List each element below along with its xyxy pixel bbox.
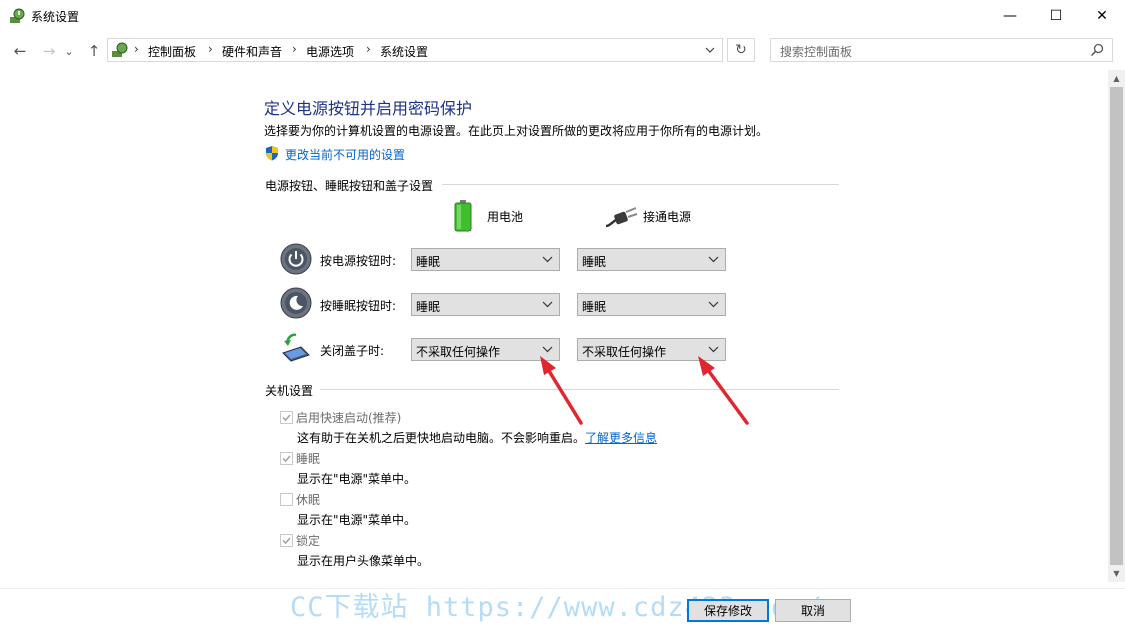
- maximize-button[interactable]: ☐: [1033, 0, 1079, 32]
- checkmark-icon: [282, 455, 291, 463]
- fast-startup-description: 这有助于在关机之后更快地启动电脑。不会影响重启。了解更多信息: [297, 429, 657, 446]
- power-plug-icon: [605, 207, 638, 228]
- chevron-down-icon: [542, 301, 553, 308]
- save-changes-button[interactable]: 保存修改: [687, 599, 769, 622]
- search-icon: [1090, 43, 1104, 57]
- checkmark-icon: [282, 414, 291, 422]
- battery-icon: [454, 200, 472, 232]
- lock-option-description: 显示在用户头像菜单中。: [297, 554, 430, 568]
- power-button-plugged-select[interactable]: 睡眠: [577, 248, 726, 271]
- power-button-label: 按电源按钮时:: [320, 254, 397, 268]
- scroll-thumb[interactable]: [1110, 87, 1123, 565]
- laptop-lid-icon: [282, 333, 310, 362]
- select-value: 睡眠: [416, 300, 441, 314]
- close-lid-plugged-select[interactable]: 不采取任何操作: [577, 338, 726, 361]
- page-title: 定义电源按钮并启用密码保护: [264, 99, 473, 118]
- scroll-down-button[interactable]: ▼: [1108, 565, 1125, 582]
- section-title-shutdown: 关机设置: [265, 384, 314, 398]
- select-value: 不采取任何操作: [416, 345, 501, 359]
- fast-startup-label: 启用快速启动(推荐): [296, 411, 402, 425]
- back-button[interactable]: ←: [9, 41, 31, 61]
- plugged-column-label: 接通电源: [643, 210, 692, 224]
- select-value: 不采取任何操作: [582, 345, 667, 359]
- sleep-button-battery-select[interactable]: 睡眠: [411, 293, 560, 316]
- learn-more-link[interactable]: 了解更多信息: [585, 431, 657, 445]
- section-title-buttons: 电源按钮、睡眠按钮和盖子设置: [265, 179, 434, 193]
- breadcrumb-control-panel[interactable]: 控制面板: [148, 43, 196, 60]
- checkmark-icon: [282, 537, 291, 545]
- forward-button[interactable]: →: [38, 41, 60, 61]
- fast-startup-checkbox[interactable]: [280, 411, 293, 424]
- hibernate-option-description: 显示在"电源"菜单中。: [297, 513, 417, 527]
- power-options-icon: [10, 8, 25, 23]
- scroll-up-button[interactable]: ▲: [1108, 70, 1125, 87]
- power-button-battery-select[interactable]: 睡眠: [411, 248, 560, 271]
- chevron-down-icon: [705, 47, 715, 53]
- lock-checkbox[interactable]: [280, 534, 293, 547]
- breadcrumb-separator: ›: [366, 42, 371, 56]
- close-lid-battery-select[interactable]: 不采取任何操作: [411, 338, 560, 361]
- chevron-down-icon: [708, 346, 719, 353]
- hibernate-option-label: 休眠: [296, 493, 321, 507]
- section-divider: [320, 389, 839, 390]
- uac-shield-icon: [266, 146, 278, 161]
- close-button[interactable]: ✕: [1079, 0, 1125, 32]
- breadcrumb-hardware-sound[interactable]: 硬件和声音: [222, 43, 282, 60]
- breadcrumb-system-settings[interactable]: 系统设置: [380, 43, 428, 60]
- sleep-button-label: 按睡眠按钮时:: [320, 299, 397, 313]
- breadcrumb-separator: ›: [208, 42, 213, 56]
- select-value: 睡眠: [582, 255, 607, 269]
- recent-locations-button[interactable]: ⌄: [62, 41, 76, 61]
- sleep-option-label: 睡眠: [296, 452, 321, 466]
- fast-startup-desc-text: 这有助于在关机之后更快地启动电脑。不会影响重启。: [297, 431, 586, 445]
- vertical-scrollbar[interactable]: ▲ ▼: [1108, 70, 1125, 582]
- breadcrumb-power-options[interactable]: 电源选项: [306, 43, 354, 60]
- chevron-down-icon: [708, 256, 719, 263]
- select-value: 睡眠: [582, 300, 607, 314]
- cancel-button[interactable]: 取消: [775, 599, 851, 622]
- chevron-down-icon: [542, 346, 553, 353]
- sleep-checkbox[interactable]: [280, 452, 293, 465]
- breadcrumb-separator: ›: [292, 42, 297, 56]
- breadcrumb-separator: ›: [134, 42, 139, 56]
- window-title: 系统设置: [31, 10, 80, 24]
- up-button[interactable]: ↑: [83, 41, 105, 61]
- power-button-icon: [280, 243, 312, 275]
- change-unavailable-settings-link[interactable]: 更改当前不可用的设置: [285, 146, 405, 163]
- control-panel-icon: [112, 42, 128, 57]
- sleep-button-plugged-select[interactable]: 睡眠: [577, 293, 726, 316]
- chevron-down-icon: [708, 301, 719, 308]
- section-divider: [442, 184, 839, 185]
- address-bar[interactable]: › 控制面板 › 硬件和声音 › 电源选项 › 系统设置: [107, 38, 723, 62]
- select-value: 睡眠: [416, 255, 441, 269]
- page-description: 选择要为你的计算机设置的电源设置。在此页上对设置所做的更改将应用于你所有的电源计…: [264, 124, 769, 138]
- minimize-button[interactable]: —: [987, 0, 1033, 32]
- address-dropdown-button[interactable]: [698, 39, 722, 61]
- refresh-button[interactable]: ↻: [727, 38, 755, 62]
- sleep-button-icon: [280, 287, 312, 319]
- sleep-option-description: 显示在"电源"菜单中。: [297, 472, 417, 486]
- search-placeholder: 搜索控制面板: [780, 45, 853, 59]
- title-bar: [0, 0, 1125, 32]
- close-lid-label: 关闭盖子时:: [320, 344, 385, 358]
- lock-option-label: 锁定: [296, 534, 321, 548]
- chevron-down-icon: [542, 256, 553, 263]
- battery-column-label: 用电池: [487, 210, 524, 224]
- hibernate-checkbox[interactable]: [280, 493, 293, 506]
- search-input[interactable]: 搜索控制面板: [770, 38, 1113, 62]
- annotation-arrows: [540, 356, 749, 425]
